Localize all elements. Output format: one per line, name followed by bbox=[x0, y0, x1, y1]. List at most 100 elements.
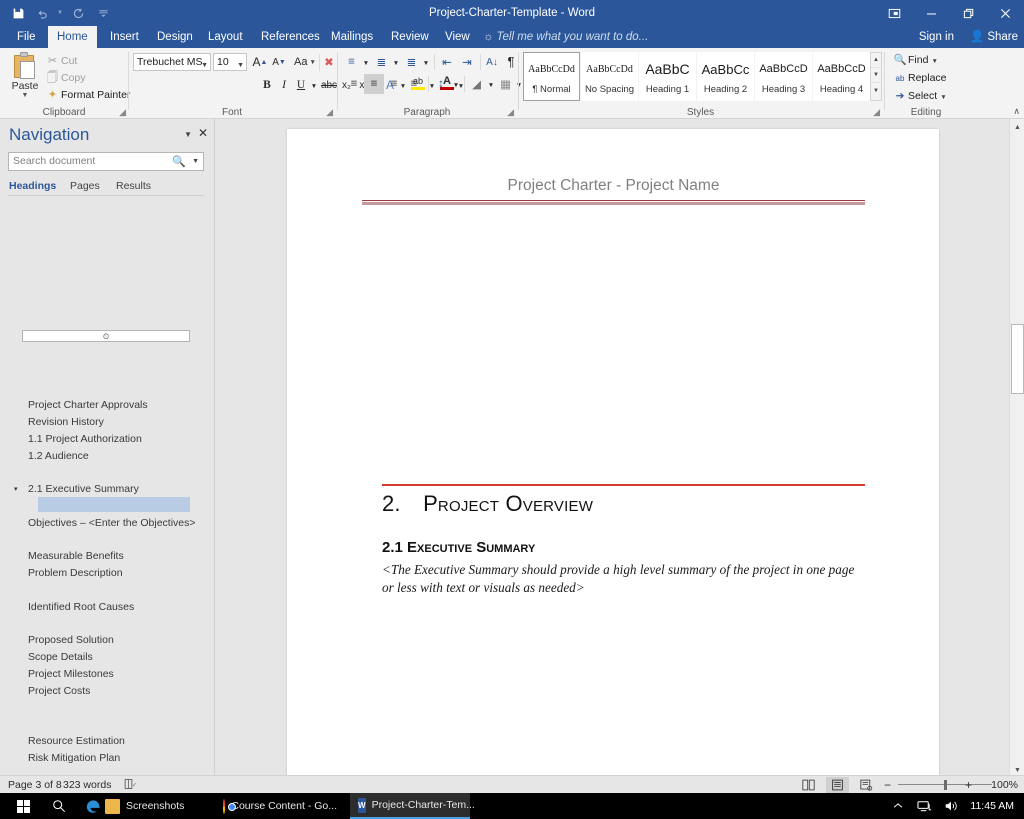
word-count[interactable]: 323 words bbox=[63, 776, 111, 794]
tab-file[interactable]: File bbox=[8, 26, 45, 48]
styles-scroll-down-icon[interactable]: ▼ bbox=[871, 68, 881, 83]
line-spacing-button[interactable]: ↕ bbox=[431, 74, 451, 94]
tray-chevron-up-icon[interactable] bbox=[892, 793, 904, 819]
tab-insert[interactable]: Insert bbox=[101, 26, 148, 48]
tab-mailings[interactable]: Mailings bbox=[322, 26, 382, 48]
web-layout-button[interactable] bbox=[855, 777, 878, 793]
style-no-spacing[interactable]: AaBbCcDd No Spacing bbox=[581, 52, 638, 101]
document-canvas[interactable]: Project Charter - Project Name 2. Projec… bbox=[216, 119, 1009, 778]
nav-heading-resource-estimation[interactable]: Resource Estimation bbox=[28, 733, 125, 750]
share-button[interactable]: 👤 Share bbox=[970, 26, 1018, 48]
style-heading-2[interactable]: AaBbCc Heading 2 bbox=[697, 52, 754, 101]
underline-button[interactable]: U bbox=[293, 75, 309, 95]
chevron-down-icon[interactable]: ▼ bbox=[201, 58, 208, 74]
change-case-button[interactable]: Aa ▼ bbox=[293, 52, 317, 72]
bold-button[interactable]: B bbox=[259, 75, 275, 95]
search-icon[interactable]: 🔍 bbox=[172, 155, 186, 168]
nav-heading-proposed-solution[interactable]: Proposed Solution bbox=[28, 632, 114, 649]
zoom-out-button[interactable]: − bbox=[884, 776, 891, 794]
tab-view[interactable]: View bbox=[436, 26, 479, 48]
tab-design[interactable]: Design bbox=[148, 26, 202, 48]
nav-heading-objectives[interactable]: Objectives – <Enter the Objectives> bbox=[28, 515, 196, 532]
vertical-scrollbar[interactable]: ▲ ▼ bbox=[1009, 119, 1024, 778]
read-mode-button[interactable] bbox=[797, 777, 820, 793]
bullets-button[interactable]: ≡ bbox=[342, 52, 361, 72]
shading-dropdown-icon[interactable]: ▼ bbox=[486, 75, 496, 95]
tab-references[interactable]: References bbox=[252, 26, 329, 48]
increase-indent-button[interactable]: ⇥ bbox=[457, 52, 477, 72]
sort-button[interactable]: A↓ bbox=[483, 52, 501, 72]
find-button[interactable]: 🔍Find ▼ bbox=[892, 51, 937, 69]
italic-button[interactable]: I bbox=[276, 75, 292, 95]
collapse-ribbon-button[interactable]: ∧ bbox=[1013, 106, 1020, 117]
nav-heading-project-costs[interactable]: Project Costs bbox=[28, 683, 90, 700]
taskbar-app-chrome[interactable]: Course Content - Go... bbox=[215, 793, 345, 819]
document-header[interactable]: Project Charter - Project Name bbox=[362, 177, 865, 205]
nav-tab-pages[interactable]: Pages bbox=[70, 178, 100, 195]
nav-heading-scope-details[interactable]: Scope Details bbox=[28, 649, 93, 666]
show-formatting-marks-button[interactable]: ¶ bbox=[503, 51, 519, 71]
tab-review[interactable]: Review bbox=[382, 26, 438, 48]
zoom-slider-thumb[interactable] bbox=[944, 780, 947, 790]
body-paragraph[interactable]: <The Executive Summary should provide a … bbox=[382, 561, 868, 596]
bullets-dropdown-icon[interactable]: ▼ bbox=[361, 53, 371, 73]
document-page[interactable]: Project Charter - Project Name 2. Projec… bbox=[287, 129, 939, 778]
font-size-input[interactable]: 10 ▼ bbox=[213, 53, 247, 71]
nav-scroll-up-button[interactable]: ⏲ bbox=[22, 330, 190, 342]
style-heading-4[interactable]: AaBbCcD Heading 4 bbox=[813, 52, 870, 101]
font-dialog-launcher[interactable]: ◢ bbox=[326, 107, 333, 118]
nav-heading-revision-history[interactable]: Revision History bbox=[28, 414, 104, 431]
clock[interactable]: 11:45 AM bbox=[970, 793, 1014, 819]
replace-button[interactable]: ab Replace bbox=[892, 69, 947, 87]
nav-tab-results[interactable]: Results bbox=[116, 178, 151, 195]
multilevel-dropdown-icon[interactable]: ▼ bbox=[421, 53, 431, 73]
ribbon-display-options-icon[interactable] bbox=[876, 0, 913, 26]
nav-heading-executive-summary[interactable]: 2.1 Executive Summary bbox=[28, 481, 139, 498]
style-heading-3[interactable]: AaBbCcD Heading 3 bbox=[755, 52, 812, 101]
nav-heading-project-milestones[interactable]: Project Milestones bbox=[28, 666, 114, 683]
numbering-button[interactable]: ≣ bbox=[372, 52, 391, 72]
navigation-pane-menu-icon[interactable]: ▼ bbox=[184, 130, 192, 139]
align-left-button[interactable]: ≡ bbox=[344, 74, 364, 94]
nav-heading-problem-description[interactable]: Problem Description bbox=[28, 565, 123, 582]
multilevel-list-button[interactable]: ≣ bbox=[402, 52, 421, 72]
decrease-indent-button[interactable]: ⇤ bbox=[437, 52, 457, 72]
align-right-button[interactable]: ≡ bbox=[384, 74, 404, 94]
scroll-up-icon[interactable]: ▲ bbox=[1010, 119, 1024, 135]
underline-dropdown-icon[interactable]: ▼ bbox=[309, 76, 319, 96]
numbering-dropdown-icon[interactable]: ▼ bbox=[391, 53, 401, 73]
chevron-down-icon[interactable]: ▼ bbox=[237, 58, 244, 74]
zoom-level-label[interactable]: 100% bbox=[991, 776, 1018, 794]
restore-button[interactable] bbox=[950, 0, 987, 26]
nav-heading-audience[interactable]: 1.2 Audience bbox=[28, 448, 89, 465]
strikethrough-button[interactable]: abc bbox=[319, 75, 339, 95]
select-dropdown-icon[interactable]: ▼ bbox=[940, 94, 946, 101]
copy-button[interactable]: 🗍 Copy bbox=[44, 70, 86, 87]
tab-layout[interactable]: Layout bbox=[199, 26, 252, 48]
proofing-status-icon[interactable]: ✓ bbox=[124, 776, 137, 794]
style-normal[interactable]: AaBbCcDd ¶ Normal bbox=[523, 52, 580, 101]
shrink-font-button[interactable]: A ▼ bbox=[270, 52, 288, 72]
start-button[interactable] bbox=[6, 793, 40, 819]
format-painter-button[interactable]: ✦ Format Painter bbox=[44, 87, 131, 104]
clear-formatting-button[interactable]: ✖ bbox=[321, 52, 337, 72]
zoom-in-button[interactable]: + bbox=[965, 776, 972, 794]
font-family-input[interactable]: Trebuchet MS ▼ bbox=[133, 53, 211, 71]
clipboard-dialog-launcher[interactable]: ◢ bbox=[119, 107, 126, 118]
borders-button[interactable]: ▦ bbox=[496, 74, 515, 94]
tab-home[interactable]: Home bbox=[48, 26, 97, 48]
search-options-chevron-icon[interactable]: ▼ bbox=[192, 158, 199, 165]
select-button[interactable]: ➔ Select ▼ bbox=[892, 87, 947, 105]
nav-heading-measurable-benefits[interactable]: Measurable Benefits bbox=[28, 548, 124, 565]
taskbar-app-screenshots[interactable]: Screenshots bbox=[97, 793, 207, 819]
search-document-field[interactable]: Search document 🔍 ▼ bbox=[8, 152, 204, 171]
nav-heading-project-authorization[interactable]: 1.1 Project Authorization bbox=[28, 431, 142, 448]
styles-gallery-scroll[interactable]: ▲ ▼ ▼ bbox=[870, 52, 882, 101]
paste-dropdown-icon[interactable]: ▼ bbox=[6, 92, 44, 100]
nav-heading-project-charter-approvals[interactable]: Project Charter Approvals bbox=[28, 397, 148, 414]
tray-network-icon[interactable] bbox=[917, 793, 932, 819]
grow-font-button[interactable]: A ▲ bbox=[251, 52, 269, 72]
sign-in-button[interactable]: Sign in bbox=[919, 26, 954, 48]
style-heading-1[interactable]: AaBbC Heading 1 bbox=[639, 52, 696, 101]
nav-expand-collapse-icon[interactable]: ▾ bbox=[14, 481, 18, 498]
